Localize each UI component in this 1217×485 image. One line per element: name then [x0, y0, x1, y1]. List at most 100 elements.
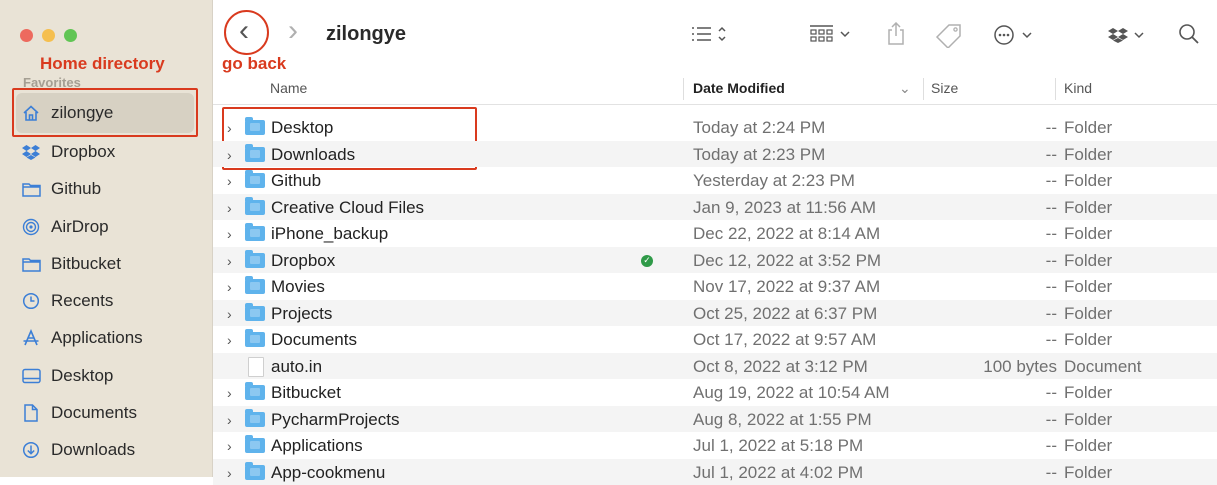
sidebar-item-applications[interactable]: Applications [20, 323, 143, 353]
dropbox-icon [20, 144, 42, 160]
column-header-date-modified[interactable]: Date Modified [693, 80, 785, 96]
disclosure-chevron-icon[interactable]: › [227, 120, 232, 136]
file-size: -- [1046, 171, 1057, 191]
folder-icon [245, 465, 265, 480]
sidebar-item-label: AirDrop [51, 217, 109, 237]
file-date: Oct 25, 2022 at 6:37 PM [693, 304, 877, 324]
file-kind: Folder [1064, 171, 1112, 191]
dropbox-icon [1108, 25, 1148, 51]
file-row-pycharmprojects[interactable]: › PycharmProjects Aug 8, 2022 at 1:55 PM… [213, 406, 1217, 433]
grid-icon [809, 24, 855, 50]
folder-icon [245, 200, 265, 215]
disclosure-chevron-icon[interactable]: › [227, 465, 232, 481]
file-name: Github [271, 171, 321, 191]
home-directory-annotation: Home directory [40, 54, 165, 74]
file-date: Oct 8, 2022 at 3:12 PM [693, 357, 868, 377]
file-row-downloads[interactable]: › Downloads Today at 2:23 PM -- Folder [213, 141, 1217, 168]
sidebar-item-documents[interactable]: Documents [20, 398, 137, 428]
download-icon [20, 441, 42, 459]
sidebar-item-dropbox[interactable]: Dropbox [20, 137, 115, 167]
file-row-app-cookmenu[interactable]: › App-cookmenu Jul 1, 2022 at 4:02 PM --… [213, 459, 1217, 485]
sidebar-item-label: Bitbucket [51, 254, 121, 274]
file-row-projects[interactable]: › Projects Oct 25, 2022 at 6:37 PM -- Fo… [213, 300, 1217, 327]
file-date: Aug 8, 2022 at 1:55 PM [693, 410, 872, 430]
ellipsis-circle-icon [993, 24, 1037, 52]
disclosure-chevron-icon[interactable]: › [227, 279, 232, 295]
zoom-window-button[interactable] [64, 29, 77, 42]
file-size: -- [1046, 383, 1057, 403]
disclosure-chevron-icon[interactable]: › [227, 306, 232, 322]
forward-button[interactable]: › [288, 14, 298, 48]
file-row-bitbucket[interactable]: › Bitbucket Aug 19, 2022 at 10:54 AM -- … [213, 379, 1217, 406]
home-directory-highlight-box [12, 88, 198, 137]
file-list: › Desktop Today at 2:24 PM -- Folder › D… [213, 114, 1217, 485]
file-date: Dec 12, 2022 at 3:52 PM [693, 251, 881, 271]
column-header-bar: Name Date Modified ⌄ Size Kind [213, 74, 1217, 105]
file-size: -- [1046, 251, 1057, 271]
disclosure-chevron-icon[interactable]: › [227, 253, 232, 269]
file-name: Downloads [271, 145, 355, 165]
file-row-creative-cloud-files[interactable]: › Creative Cloud Files Jan 9, 2023 at 11… [213, 194, 1217, 221]
column-divider[interactable] [683, 78, 684, 100]
file-row-auto-in[interactable]: auto.in Oct 8, 2022 at 3:12 PM 100 bytes… [213, 353, 1217, 380]
group-button[interactable] [809, 24, 855, 50]
search-icon [1178, 23, 1200, 51]
disclosure-chevron-icon[interactable]: › [227, 412, 232, 428]
file-kind: Folder [1064, 224, 1112, 244]
file-name: Bitbucket [271, 383, 341, 403]
column-divider[interactable] [1055, 78, 1056, 100]
file-size: -- [1046, 410, 1057, 430]
folder-icon [245, 332, 265, 347]
file-name: auto.in [271, 357, 322, 377]
disclosure-chevron-icon[interactable]: › [227, 226, 232, 242]
file-size: -- [1046, 330, 1057, 350]
column-header-name[interactable]: Name [270, 80, 307, 96]
share-button[interactable] [886, 22, 906, 52]
file-row-applications[interactable]: › Applications Jul 1, 2022 at 5:18 PM --… [213, 432, 1217, 459]
file-date: Jul 1, 2022 at 4:02 PM [693, 463, 863, 483]
sidebar-item-downloads[interactable]: Downloads [20, 435, 135, 465]
file-row-movies[interactable]: › Movies Nov 17, 2022 at 9:37 AM -- Fold… [213, 273, 1217, 300]
file-row-iphone-backup[interactable]: › iPhone_backup Dec 22, 2022 at 8:14 AM … [213, 220, 1217, 247]
list-view-button[interactable] [691, 24, 731, 50]
sidebar-item-desktop[interactable]: Desktop [20, 361, 113, 391]
folder-icon [245, 173, 265, 188]
folder-icon [245, 253, 265, 268]
disclosure-chevron-icon[interactable]: › [227, 200, 232, 216]
sidebar-item-label: Recents [51, 291, 113, 311]
file-date: Oct 17, 2022 at 9:57 AM [693, 330, 876, 350]
column-divider[interactable] [923, 78, 924, 100]
disclosure-chevron-icon[interactable]: › [227, 385, 232, 401]
file-row-dropbox[interactable]: › Dropbox ✓ Dec 12, 2022 at 3:52 PM -- F… [213, 247, 1217, 274]
disclosure-chevron-icon[interactable]: › [227, 438, 232, 454]
disclosure-chevron-icon[interactable]: › [227, 147, 232, 163]
column-header-size[interactable]: Size [931, 80, 958, 96]
sidebar-item-recents[interactable]: Recents [20, 286, 113, 316]
close-window-button[interactable] [20, 29, 33, 42]
action-menu-button[interactable] [993, 24, 1037, 52]
sidebar-item-airdrop[interactable]: AirDrop [20, 212, 109, 242]
dropbox-menu-button[interactable] [1108, 25, 1148, 51]
search-button[interactable] [1178, 23, 1200, 51]
disclosure-chevron-icon[interactable]: › [227, 173, 232, 189]
column-header-kind[interactable]: Kind [1064, 80, 1092, 96]
file-row-documents[interactable]: › Documents Oct 17, 2022 at 9:57 AM -- F… [213, 326, 1217, 353]
file-row-github[interactable]: › Github Yesterday at 2:23 PM -- Folder [213, 167, 1217, 194]
file-row-desktop[interactable]: › Desktop Today at 2:24 PM -- Folder [213, 114, 1217, 141]
sidebar-item-label: Downloads [51, 440, 135, 460]
file-size: -- [1046, 304, 1057, 324]
tag-button[interactable] [934, 22, 964, 54]
file-date: Jul 1, 2022 at 5:18 PM [693, 436, 863, 456]
sync-checkmark-icon: ✓ [641, 255, 653, 267]
back-button[interactable]: ‹ [239, 14, 249, 48]
file-name: Dropbox [271, 251, 335, 271]
document-file-icon [248, 357, 264, 377]
minimize-window-button[interactable] [42, 29, 55, 42]
disclosure-chevron-icon[interactable]: › [227, 332, 232, 348]
folder-icon [245, 147, 265, 162]
clock-icon [20, 292, 42, 310]
sidebar-item-github[interactable]: Github [20, 174, 101, 204]
file-date: Aug 19, 2022 at 10:54 AM [693, 383, 890, 403]
file-kind: Folder [1064, 198, 1112, 218]
sidebar-item-bitbucket[interactable]: Bitbucket [20, 249, 121, 279]
